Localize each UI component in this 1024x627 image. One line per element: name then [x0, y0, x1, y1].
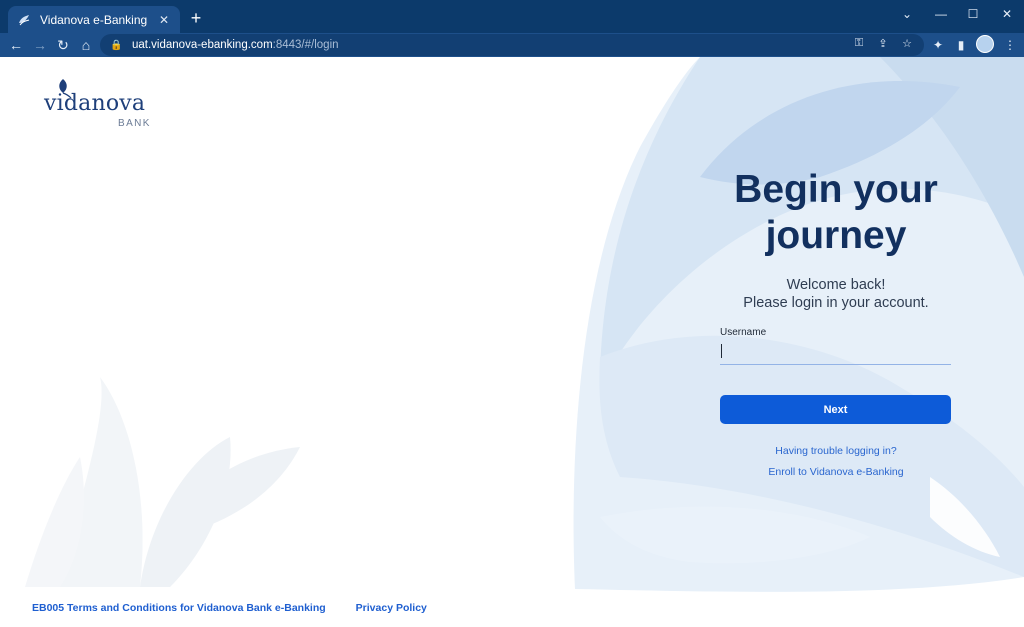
next-button[interactable]: Next — [720, 395, 951, 424]
tab-search-icon[interactable]: ⌄ — [890, 0, 924, 28]
welcome-message: Welcome back! Please login in your accou… — [743, 277, 929, 311]
new-tab-button[interactable]: + — [186, 8, 206, 28]
password-key-icon[interactable]: ⚿ — [852, 37, 866, 50]
tab-close-icon[interactable]: ✕ — [156, 12, 172, 28]
privacy-policy-link[interactable]: Privacy Policy — [356, 602, 427, 614]
forward-arrow-icon[interactable]: → — [30, 35, 50, 55]
close-window-icon[interactable]: ✕ — [990, 0, 1024, 28]
login-page: vidanova BANK Begin your journey Welcome… — [0, 57, 1024, 627]
profile-avatar[interactable] — [976, 35, 994, 53]
vidanova-logo: vidanova BANK — [44, 79, 164, 131]
trouble-logging-in-link[interactable]: Having trouble logging in? — [700, 445, 972, 457]
lock-icon: 🔒 — [110, 39, 123, 51]
username-input[interactable] — [720, 341, 951, 365]
back-arrow-icon[interactable]: ← — [6, 35, 26, 55]
address-bar[interactable]: 🔒 uat.vidanova-ebanking.com:8443/#/login… — [100, 34, 924, 56]
share-icon[interactable]: ⇪ — [876, 37, 890, 50]
enroll-link[interactable]: Enroll to Vidanova e-Banking — [700, 466, 972, 478]
text-caret — [721, 344, 722, 358]
bookmark-star-icon[interactable]: ☆ — [900, 37, 914, 50]
logo-wordmark: vidanova — [44, 91, 146, 116]
tab-title: Vidanova e-Banking — [40, 12, 148, 27]
login-panel: Begin your journey Welcome back! Please … — [700, 57, 972, 517]
more-menu-icon[interactable]: ⋮ — [1002, 36, 1018, 54]
browser-tab[interactable]: Vidanova e-Banking ✕ — [8, 6, 180, 33]
side-panel-icon[interactable]: ▮ — [953, 36, 969, 54]
page-title: Begin your journey — [734, 168, 938, 257]
home-icon[interactable]: ⌂ — [76, 35, 96, 55]
username-label: Username — [720, 327, 767, 338]
extensions-icon[interactable]: ✦ — [930, 36, 946, 54]
logo-subtitle: BANK — [118, 118, 151, 129]
reload-icon[interactable]: ↻ — [53, 35, 73, 55]
terms-link[interactable]: EB005 Terms and Conditions for Vidanova … — [32, 602, 326, 614]
address-bar-url: uat.vidanova-ebanking.com:8443/#/login — [132, 39, 339, 51]
minimize-window-icon[interactable]: — — [924, 0, 958, 28]
browser-tab-bar: Vidanova e-Banking ✕ + ⌄ — ☐ ✕ — [0, 0, 1024, 33]
maximize-window-icon[interactable]: ☐ — [956, 0, 990, 28]
page-footer: EB005 Terms and Conditions for Vidanova … — [32, 602, 427, 614]
vidanova-favicon-icon — [16, 12, 32, 28]
browser-toolbar: ← → ↻ ⌂ 🔒 uat.vidanova-ebanking.com:8443… — [0, 33, 1024, 57]
